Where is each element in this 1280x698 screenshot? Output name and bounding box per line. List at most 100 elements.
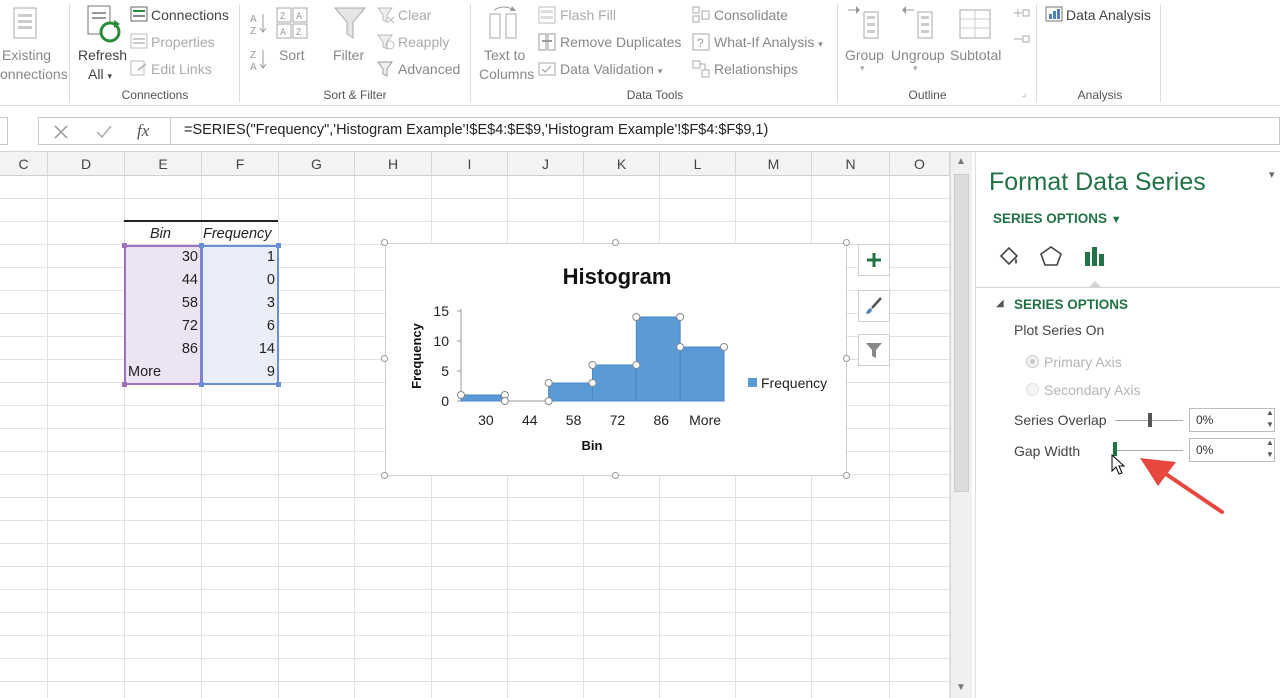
- column-header[interactable]: C: [0, 152, 48, 176]
- gap-width-track[interactable]: [1115, 450, 1183, 451]
- enter-check-icon[interactable]: [95, 124, 113, 140]
- cancel-icon[interactable]: [53, 124, 69, 140]
- scrollbar-thumb[interactable]: [954, 174, 969, 492]
- histogram-bar[interactable]: [548, 382, 594, 402]
- refresh-all-label[interactable]: Refresh: [78, 47, 127, 63]
- chart-resize-handle[interactable]: [381, 355, 388, 362]
- series-options-section-header[interactable]: SERIES OPTIONS: [1014, 297, 1128, 312]
- vertical-scrollbar[interactable]: ▲ ▼: [950, 152, 972, 698]
- what-if-button[interactable]: What-If Analysis ▾: [714, 34, 823, 50]
- bar-selection-handle[interactable]: [588, 379, 597, 387]
- what-if-icon[interactable]: ?: [692, 33, 710, 51]
- reapply-button[interactable]: Reapply: [398, 34, 449, 50]
- chart-filters-button[interactable]: [858, 334, 890, 366]
- remove-duplicates-icon[interactable]: [538, 33, 556, 51]
- series-options-dropdown[interactable]: SERIES OPTIONS ▼: [993, 211, 1122, 226]
- series-overlap-spinner[interactable]: 0% ▲ ▼: [1189, 408, 1275, 432]
- subtotal-icon[interactable]: [958, 6, 994, 42]
- existing-label-1[interactable]: Existing: [2, 47, 51, 63]
- chart-resize-handle[interactable]: [381, 472, 388, 479]
- column-header[interactable]: E: [125, 152, 202, 176]
- spin-up-icon[interactable]: ▲: [1266, 408, 1274, 417]
- clear-button[interactable]: Clear: [398, 7, 431, 23]
- fill-line-icon[interactable]: [996, 244, 1022, 268]
- hide-detail-icon[interactable]: [1012, 30, 1030, 48]
- name-box[interactable]: [0, 117, 8, 145]
- frequency-cell[interactable]: 3: [201, 292, 275, 315]
- histogram-bar[interactable]: [460, 394, 506, 402]
- dialog-launcher-icon[interactable]: ⌟: [1022, 88, 1026, 99]
- column-header[interactable]: M: [736, 152, 812, 176]
- chart-elements-button[interactable]: [858, 244, 890, 276]
- bin-cell[interactable]: 72: [124, 315, 198, 338]
- data-analysis-icon[interactable]: [1045, 6, 1063, 22]
- series-overlap-thumb[interactable]: [1148, 413, 1152, 427]
- secondary-axis-radio[interactable]: [1026, 383, 1039, 396]
- column-header[interactable]: D: [48, 152, 125, 176]
- data-validation-button[interactable]: Data Validation ▾: [560, 61, 662, 77]
- edit-links-button[interactable]: Edit Links: [151, 61, 212, 77]
- sort-button[interactable]: Sort: [279, 47, 305, 63]
- connections-button[interactable]: Connections: [151, 7, 229, 23]
- bin-cell[interactable]: 44: [124, 269, 198, 292]
- insert-function-button[interactable]: fx: [137, 121, 149, 141]
- sort-icon[interactable]: Z AA Z: [275, 6, 311, 42]
- formula-text[interactable]: =SERIES("Frequency",'Histogram Example'!…: [184, 122, 768, 138]
- bar-selection-handle[interactable]: [632, 313, 641, 321]
- range-handle[interactable]: [276, 243, 281, 248]
- column-header[interactable]: J: [508, 152, 584, 176]
- frequency-cell[interactable]: 1: [201, 246, 275, 269]
- effects-pentagon-icon[interactable]: [1038, 244, 1064, 268]
- properties-button[interactable]: Properties: [151, 34, 215, 50]
- spin-up-icon[interactable]: ▲: [1266, 438, 1274, 447]
- text-to-columns-label[interactable]: Text to: [484, 47, 525, 63]
- filter-button[interactable]: Filter: [333, 47, 364, 63]
- spin-down-icon[interactable]: ▼: [1266, 450, 1274, 459]
- frequency-cell[interactable]: 0: [201, 269, 275, 292]
- sort-az-icon[interactable]: AZ: [248, 10, 268, 38]
- primary-axis-radio[interactable]: [1026, 355, 1039, 368]
- refresh-all-icon[interactable]: [84, 4, 124, 46]
- show-detail-icon[interactable]: [1012, 4, 1030, 22]
- collapse-triangle-icon[interactable]: ◢: [996, 298, 1004, 309]
- advanced-button[interactable]: Advanced: [398, 61, 460, 77]
- frequency-cell[interactable]: 9: [201, 361, 275, 384]
- filter-icon[interactable]: [333, 6, 367, 42]
- subtotal-button[interactable]: Subtotal: [950, 47, 1001, 63]
- group-button[interactable]: Group: [845, 47, 884, 63]
- consolidate-icon[interactable]: [692, 6, 710, 24]
- chart-resize-handle[interactable]: [843, 239, 850, 246]
- bar-selection-handle[interactable]: [676, 313, 685, 321]
- bar-selection-handle[interactable]: [457, 391, 465, 399]
- relationships-icon[interactable]: [692, 60, 710, 78]
- chart-styles-button[interactable]: [858, 290, 890, 322]
- bar-selection-handle[interactable]: [544, 397, 553, 405]
- histogram-bar[interactable]: [592, 364, 637, 402]
- chart-resize-handle[interactable]: [843, 355, 850, 362]
- connections-icon[interactable]: [130, 6, 148, 22]
- series-options-bar-icon[interactable]: [1082, 244, 1108, 268]
- series-overlap-value[interactable]: 0%: [1196, 413, 1213, 427]
- bin-cell[interactable]: 30: [124, 246, 198, 269]
- chart-resize-handle[interactable]: [612, 472, 619, 479]
- scroll-down-icon[interactable]: ▼: [956, 682, 966, 693]
- pane-options-icon[interactable]: ▾: [1269, 168, 1275, 181]
- scroll-up-icon[interactable]: ▲: [956, 156, 966, 167]
- column-header[interactable]: L: [660, 152, 736, 176]
- data-validation-icon[interactable]: [538, 60, 556, 78]
- ungroup-button[interactable]: Ungroup: [891, 47, 945, 63]
- existing-connections-icon[interactable]: [8, 6, 42, 46]
- column-header[interactable]: I: [432, 152, 508, 176]
- frequency-cell[interactable]: 6: [201, 315, 275, 338]
- frequency-header[interactable]: Frequency: [203, 223, 272, 246]
- histogram-bar[interactable]: [679, 346, 725, 402]
- bin-cell[interactable]: 58: [124, 292, 198, 315]
- chart-resize-handle[interactable]: [843, 472, 850, 479]
- histogram-bar[interactable]: [635, 316, 681, 402]
- text-to-columns-label-2[interactable]: Columns: [479, 66, 534, 82]
- bar-selection-handle[interactable]: [588, 361, 597, 369]
- range-handle[interactable]: [276, 382, 281, 387]
- bar-selection-handle[interactable]: [544, 379, 553, 387]
- bar-selection-handle[interactable]: [676, 343, 685, 351]
- frequency-cell[interactable]: 14: [201, 338, 275, 361]
